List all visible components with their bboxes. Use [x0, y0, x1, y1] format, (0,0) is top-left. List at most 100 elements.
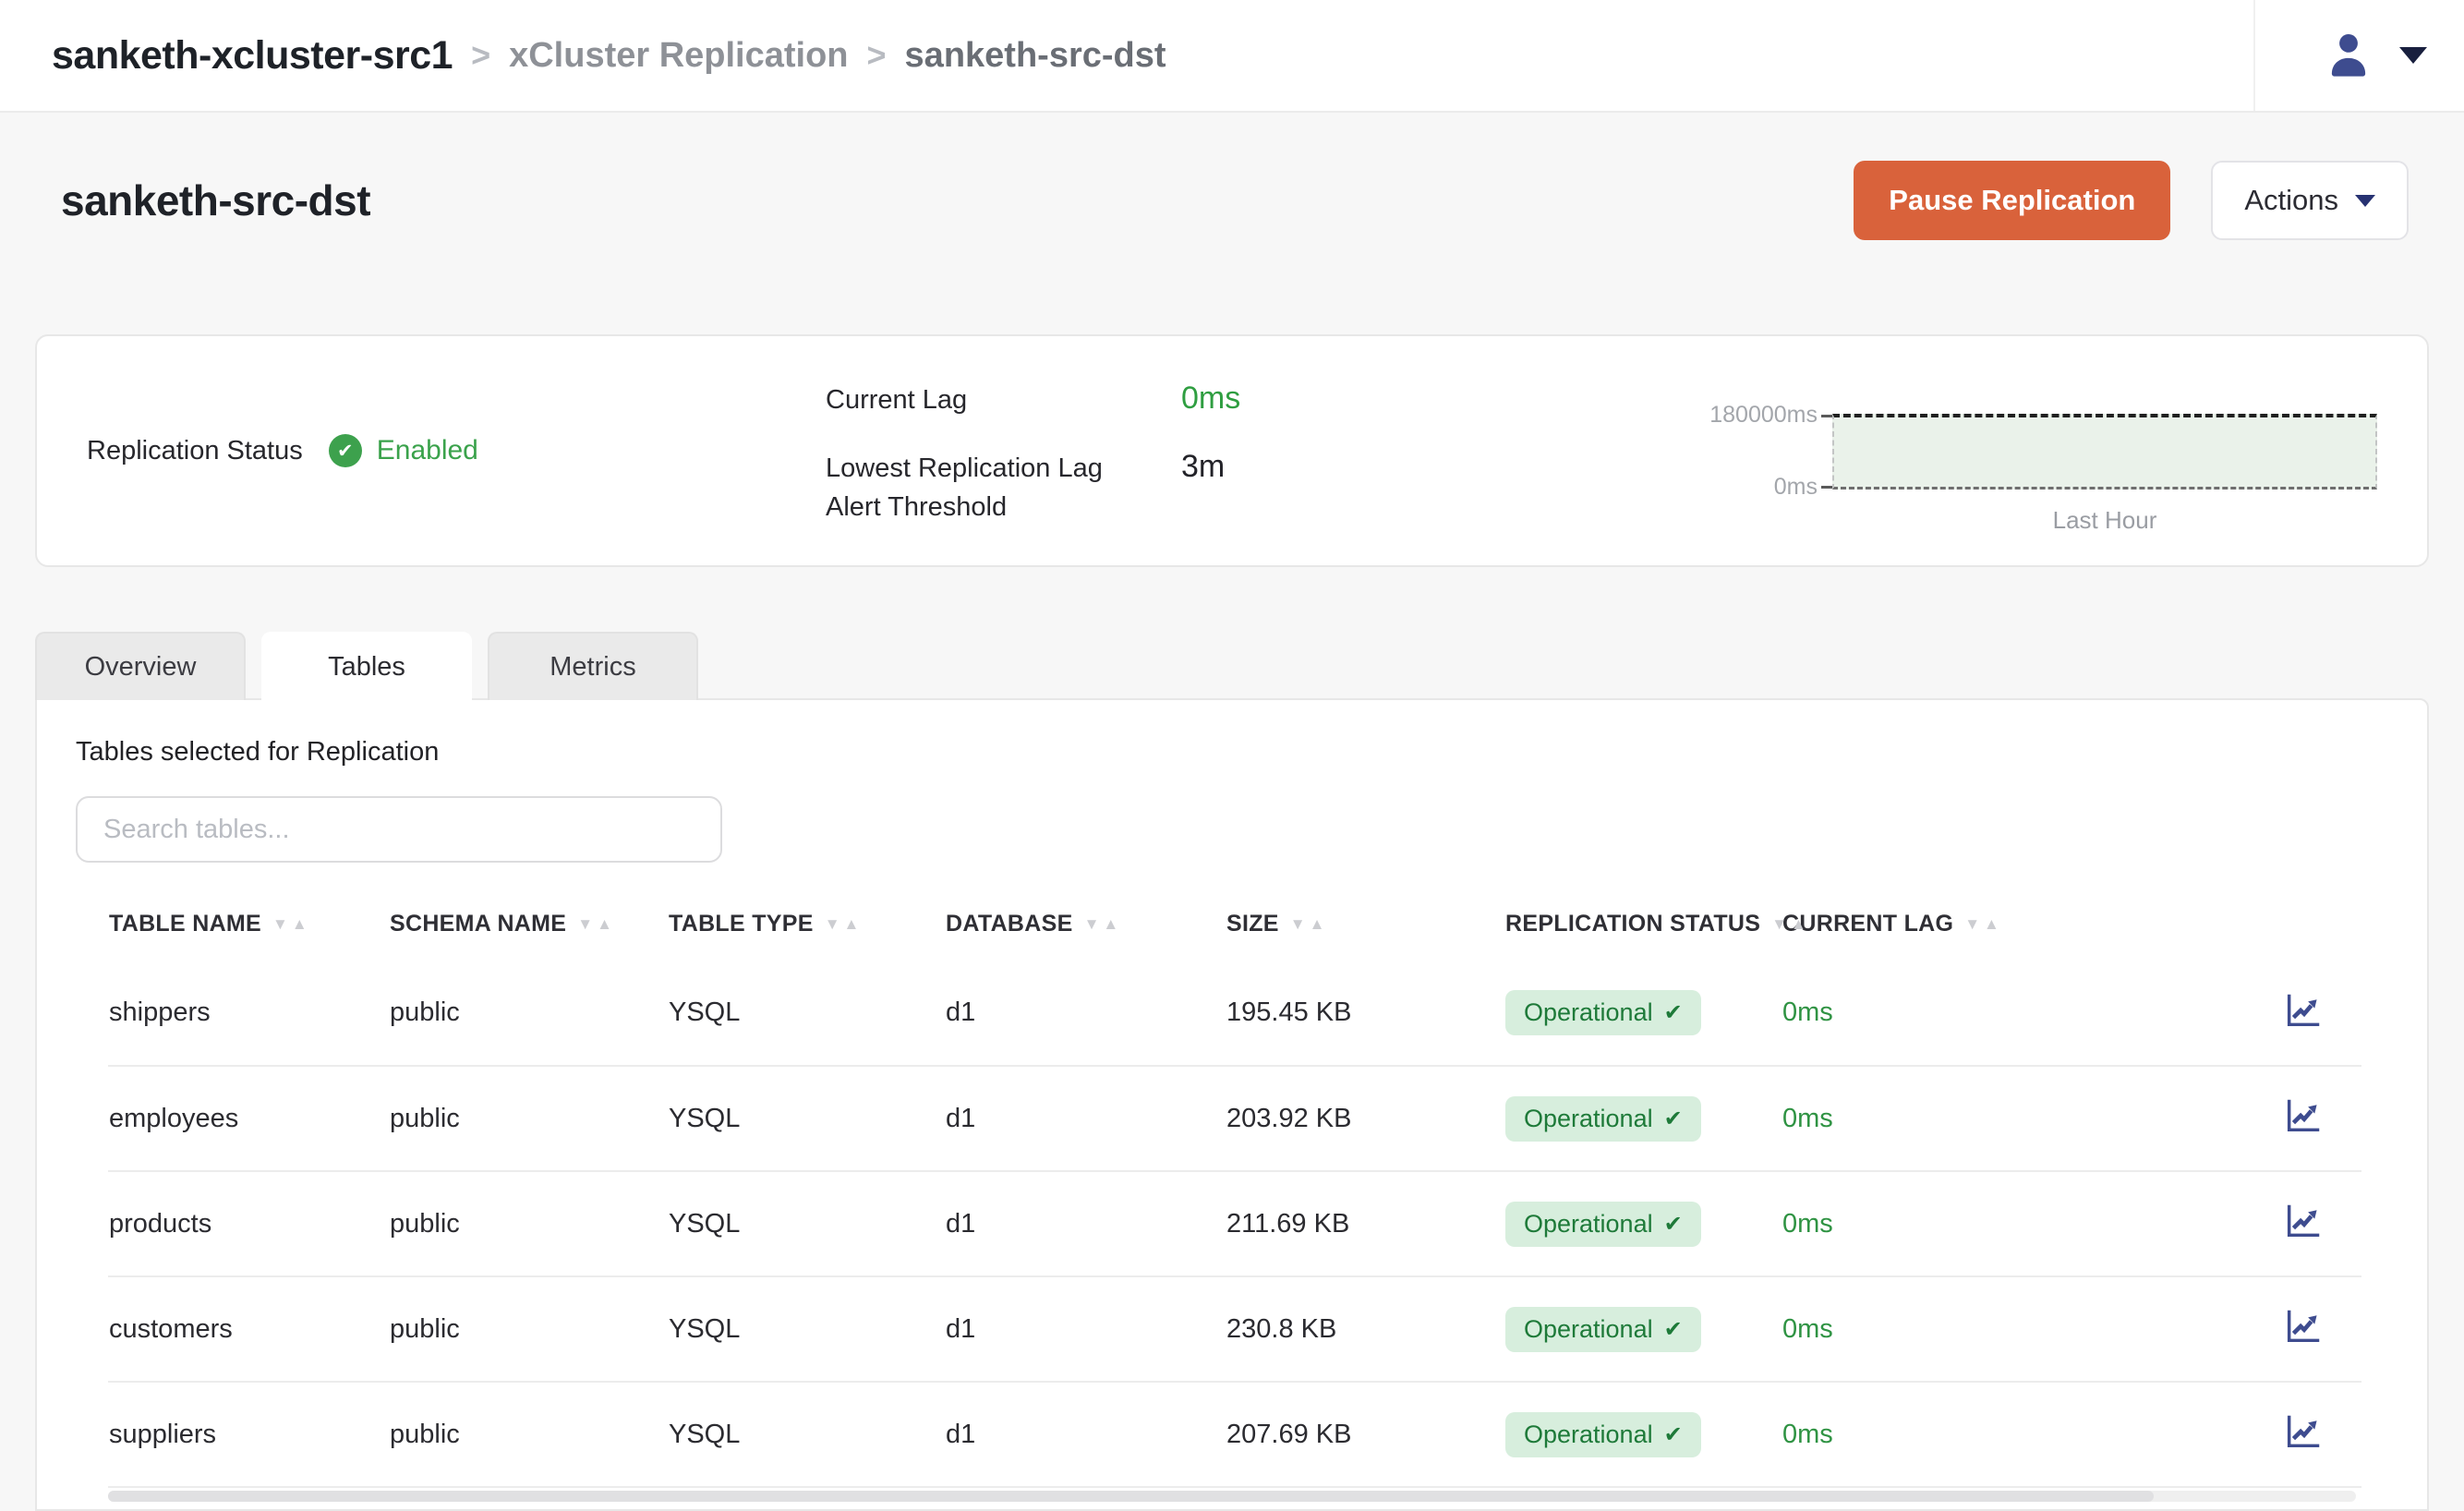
- chart-y-min-label: 0ms: [1774, 474, 1818, 501]
- cell-table-name: shippers: [108, 961, 389, 1066]
- tables-panel: Tables selected for Replication TABLE NA…: [35, 698, 2429, 1511]
- replication-status-label: Replication Status: [87, 436, 303, 466]
- current-lag-label: Current Lag: [826, 381, 1181, 419]
- cell-table-name: employees: [108, 1066, 389, 1171]
- actions-caret-icon: [2355, 195, 2375, 207]
- cell-size: 195.45 KB: [1226, 961, 1504, 1066]
- table-row: products public YSQL d1 211.69 KB Operat…: [108, 1171, 2361, 1276]
- cell-size: 207.69 KB: [1226, 1382, 1504, 1487]
- sort-icon[interactable]: ▼▲: [825, 915, 864, 933]
- row-lag-chart-icon[interactable]: [2282, 1199, 2325, 1249]
- page-title: sanketh-src-dst: [61, 175, 370, 225]
- badge-check-icon: ✔: [1664, 1211, 1683, 1238]
- lag-threshold-chart: [1832, 414, 2377, 490]
- status-badge: Operational✔: [1505, 1412, 1701, 1457]
- sort-icon[interactable]: ▼▲: [272, 915, 311, 933]
- row-lag-chart-icon[interactable]: [2282, 988, 2325, 1038]
- status-badge: Operational✔: [1505, 1307, 1701, 1352]
- pause-replication-button[interactable]: Pause Replication: [1854, 161, 2170, 240]
- badge-check-icon: ✔: [1664, 1316, 1683, 1343]
- user-menu-caret-icon[interactable]: [2399, 47, 2427, 64]
- replication-status-value: Enabled: [377, 435, 478, 466]
- cell-table-name: suppliers: [108, 1382, 389, 1487]
- row-lag-chart-icon[interactable]: [2282, 1304, 2325, 1354]
- breadcrumb-separator-icon: >: [867, 36, 887, 75]
- cell-table-type: YSQL: [668, 1171, 945, 1276]
- table-row: customers public YSQL d1 230.8 KB Operat…: [108, 1276, 2361, 1382]
- tab-overview[interactable]: Overview: [35, 632, 246, 700]
- actions-button-label: Actions: [2244, 184, 2338, 217]
- enabled-check-icon: ✔: [329, 434, 362, 467]
- breadcrumb-xcluster-replication[interactable]: xCluster Replication: [509, 36, 848, 76]
- navbar-divider: [2253, 0, 2255, 111]
- column-header-chart: [2281, 887, 2361, 961]
- cell-size: 230.8 KB: [1226, 1276, 1504, 1382]
- cell-current-lag: 0ms: [1782, 1066, 2281, 1171]
- cell-chart: [2281, 1276, 2361, 1382]
- sort-icon[interactable]: ▼▲: [577, 915, 616, 933]
- status-badge: Operational✔: [1505, 1202, 1701, 1247]
- cell-schema-name: public: [389, 1276, 668, 1382]
- status-badge: Operational✔: [1505, 1096, 1701, 1142]
- chart-x-label: Last Hour: [1832, 506, 2377, 535]
- cell-replication-status: Operational✔: [1504, 961, 1782, 1066]
- cell-current-lag: 0ms: [1782, 1171, 2281, 1276]
- sort-icon[interactable]: ▼▲: [1084, 915, 1123, 933]
- cell-table-name: products: [108, 1171, 389, 1276]
- column-header-table-name[interactable]: TABLE NAME▼▲: [108, 887, 389, 961]
- row-lag-chart-icon[interactable]: [2282, 1409, 2325, 1459]
- cell-schema-name: public: [389, 1066, 668, 1171]
- column-header-table-type[interactable]: TABLE TYPE▼▲: [668, 887, 945, 961]
- cell-schema-name: public: [389, 961, 668, 1066]
- lag-summary-section: Current Lag 0ms Lowest Replication Lag A…: [826, 336, 1240, 565]
- cell-size: 203.92 KB: [1226, 1066, 1504, 1171]
- chart-tick-top: [1821, 415, 1832, 417]
- cell-chart: [2281, 1066, 2361, 1171]
- search-tables-input[interactable]: [76, 796, 722, 863]
- cell-current-lag: 0ms: [1782, 1382, 2281, 1487]
- tables-panel-heading: Tables selected for Replication: [76, 735, 2390, 768]
- column-header-database[interactable]: DATABASE▼▲: [945, 887, 1226, 961]
- alert-threshold-label: Lowest Replication Lag Alert Threshold: [826, 449, 1181, 526]
- status-badge: Operational✔: [1505, 990, 1701, 1035]
- page-header: sanketh-src-dst Pause Replication Action…: [0, 113, 2464, 240]
- tab-tables[interactable]: Tables: [261, 632, 472, 700]
- column-header-size[interactable]: SIZE▼▲: [1226, 887, 1504, 961]
- column-header-replication-status[interactable]: REPLICATION STATUS▼▲: [1504, 887, 1782, 961]
- navbar-user-area: [2253, 0, 2464, 111]
- cell-table-type: YSQL: [668, 961, 945, 1066]
- actions-button[interactable]: Actions: [2211, 161, 2409, 240]
- breadcrumb-universe[interactable]: sanketh-xcluster-src1: [52, 33, 453, 79]
- cell-replication-status: Operational✔: [1504, 1066, 1782, 1171]
- tab-metrics[interactable]: Metrics: [488, 632, 698, 700]
- cell-database: d1: [945, 1382, 1226, 1487]
- cell-replication-status: Operational✔: [1504, 1171, 1782, 1276]
- cell-database: d1: [945, 1066, 1226, 1171]
- badge-check-icon: ✔: [1664, 1421, 1683, 1448]
- replication-status-section: Replication Status ✔ Enabled: [87, 336, 826, 565]
- cell-chart: [2281, 1382, 2361, 1487]
- breadcrumb-current-page: sanketh-src-dst: [905, 36, 1166, 76]
- horizontal-scrollbar[interactable]: [108, 1491, 2356, 1502]
- cell-table-name: customers: [108, 1276, 389, 1382]
- badge-check-icon: ✔: [1664, 999, 1683, 1026]
- column-header-schema-name[interactable]: SCHEMA NAME▼▲: [389, 887, 668, 961]
- cell-replication-status: Operational✔: [1504, 1382, 1782, 1487]
- header-actions: Pause Replication Actions: [1854, 161, 2409, 240]
- sort-icon[interactable]: ▼▲: [1771, 915, 1810, 933]
- cell-schema-name: public: [389, 1171, 668, 1276]
- sort-icon[interactable]: ▼▲: [1290, 915, 1329, 933]
- chart-y-max-label: 180000ms: [1709, 402, 1818, 429]
- row-lag-chart-icon[interactable]: [2282, 1094, 2325, 1143]
- user-icon[interactable]: [2322, 27, 2375, 85]
- lag-chart-section: 180000ms 0ms Last Hour: [1668, 336, 2377, 565]
- table-row: shippers public YSQL d1 195.45 KB Operat…: [108, 961, 2361, 1066]
- cell-table-type: YSQL: [668, 1382, 945, 1487]
- horizontal-scrollbar-thumb[interactable]: [108, 1491, 2154, 1502]
- cell-replication-status: Operational✔: [1504, 1276, 1782, 1382]
- cell-database: d1: [945, 1276, 1226, 1382]
- sort-icon[interactable]: ▼▲: [1964, 915, 2003, 933]
- cell-size: 211.69 KB: [1226, 1171, 1504, 1276]
- column-header-current-lag[interactable]: CURRENT LAG▼▲: [1782, 887, 2281, 961]
- badge-check-icon: ✔: [1664, 1106, 1683, 1132]
